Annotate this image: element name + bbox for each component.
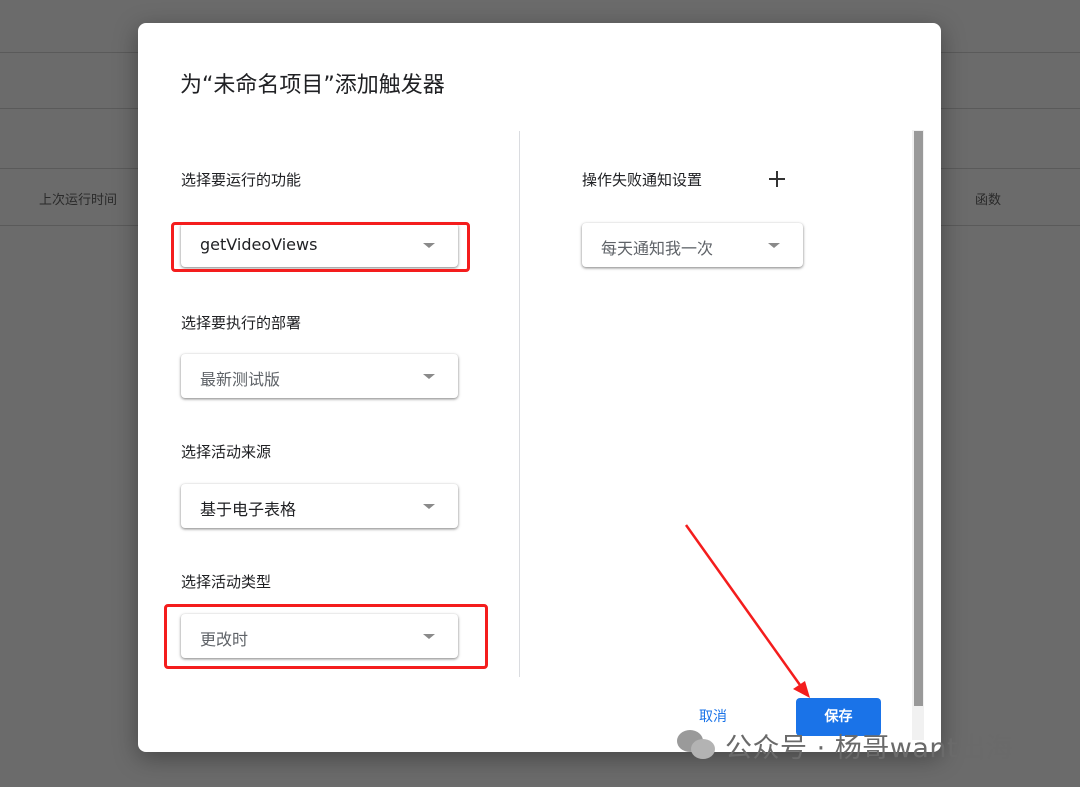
watermark-text: 公众号 · 杨哥want出海 [725, 732, 1014, 764]
watermark: 公众号 · 杨哥want出海 [677, 723, 1013, 767]
arrow-annotation-icon [684, 524, 810, 698]
wechat-logo-icon [677, 728, 717, 762]
